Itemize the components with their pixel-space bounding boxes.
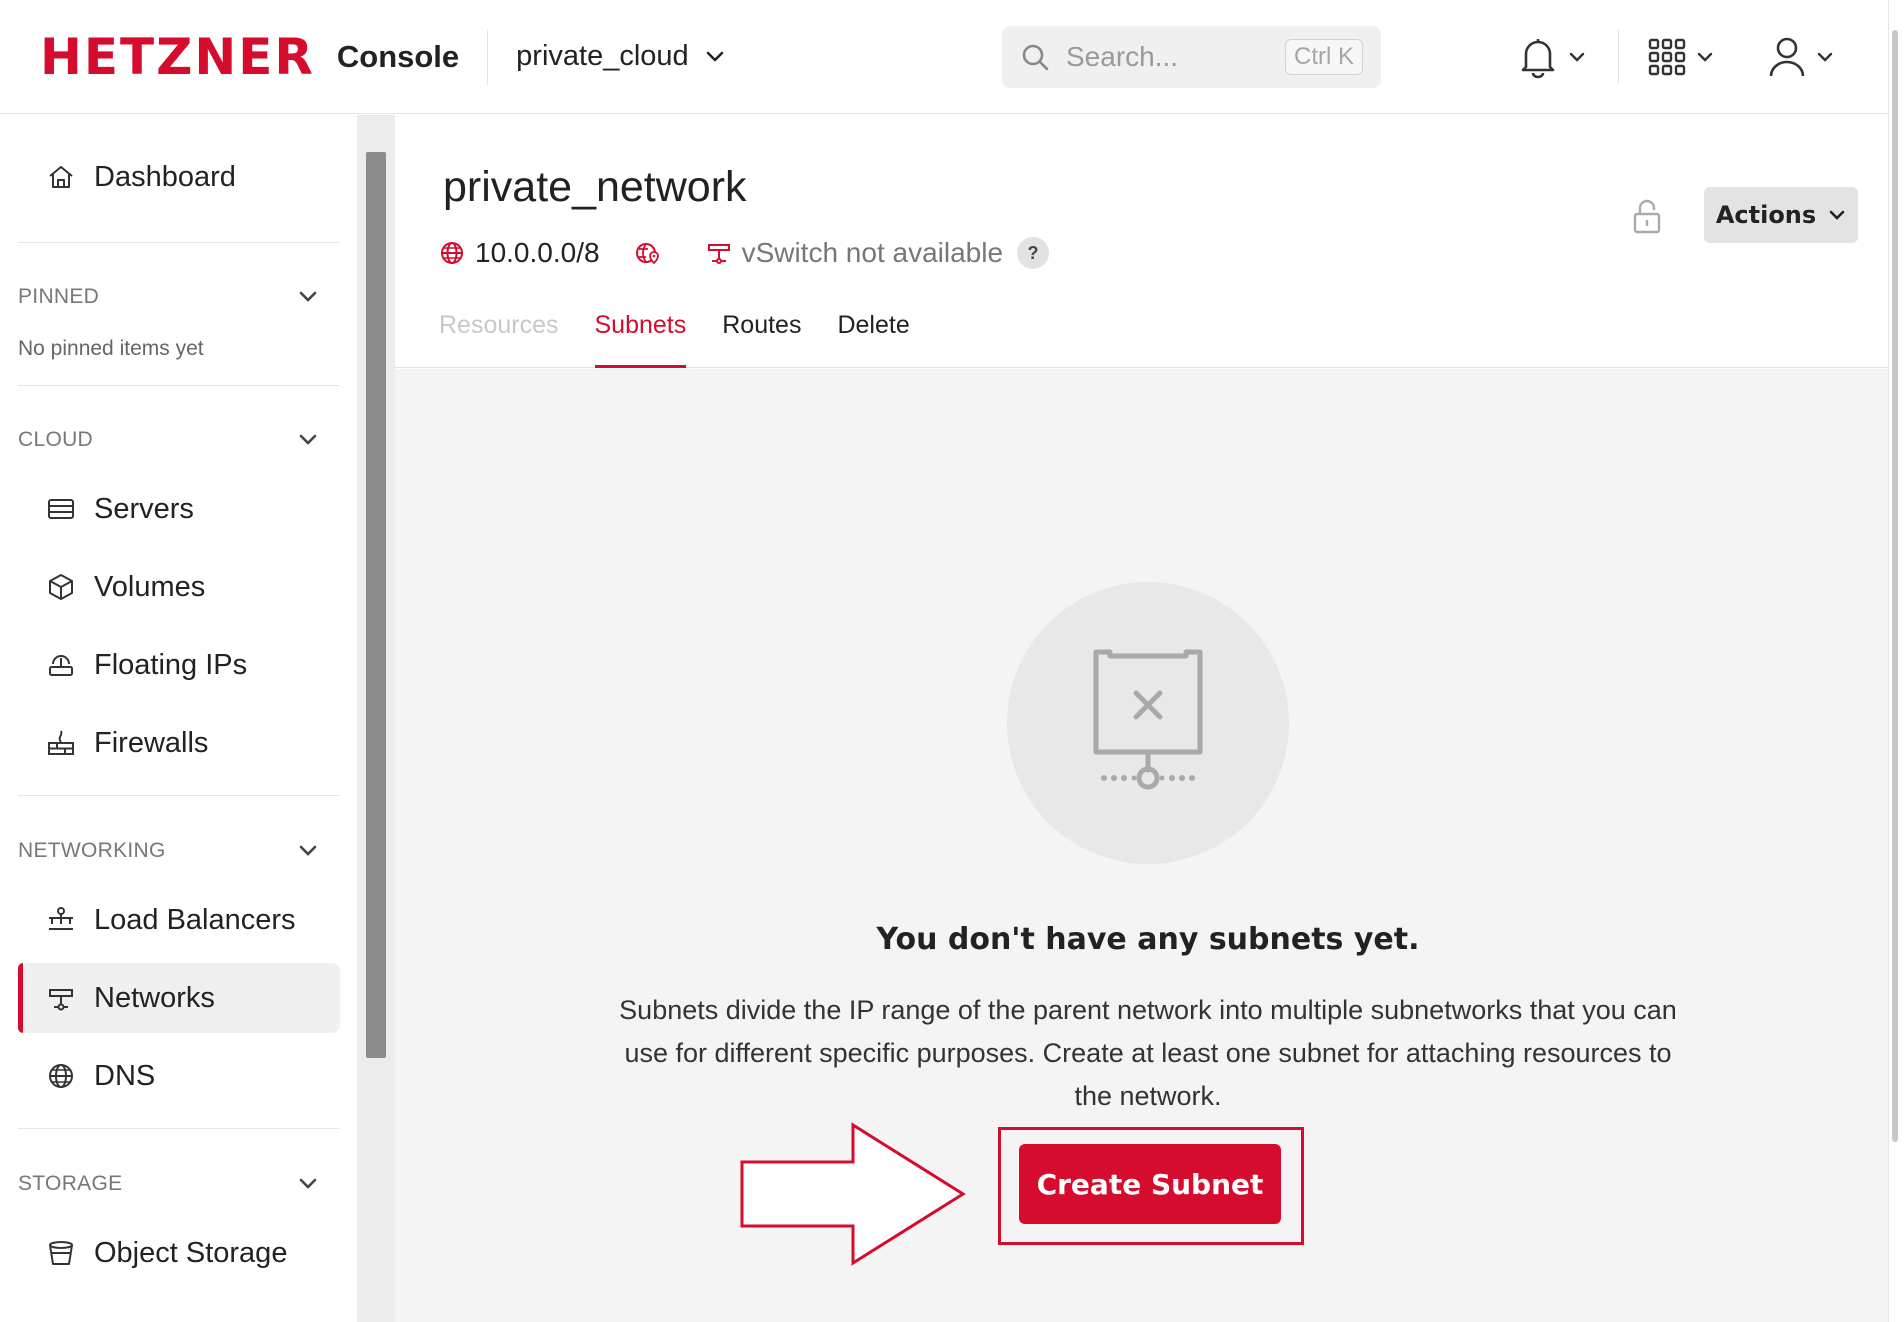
sidebar-item-label: Networks [94, 981, 215, 1014]
sidebar-item-label: Object Storage [94, 1236, 288, 1269]
chevron-down-icon [1817, 52, 1833, 62]
search-icon [1022, 44, 1049, 71]
project-switcher[interactable]: private_cloud [516, 40, 725, 73]
section-heading: STORAGE [18, 1172, 123, 1195]
tab-delete[interactable]: Delete [837, 311, 909, 368]
sidebar-item-dashboard[interactable]: Dashboard [18, 142, 340, 212]
sidebar-item-load-balancers[interactable]: Load Balancers [18, 885, 340, 955]
search-box[interactable]: Ctrl K [1002, 26, 1381, 88]
load-balancer-icon [49, 907, 73, 930]
sidebar-item-label: DNS [94, 1059, 156, 1092]
sidebar-item-label: Volumes [94, 570, 206, 603]
firewall-icon [48, 730, 74, 755]
sidebar-divider [18, 795, 340, 796]
sidebar-item-firewalls[interactable]: Firewalls [18, 708, 340, 778]
sidebar-scrollbar-thumb[interactable] [366, 152, 386, 1058]
bucket-icon [49, 1241, 73, 1265]
hetzner-logo[interactable]: HETZNER [40, 28, 315, 86]
globe-icon [441, 242, 463, 264]
pinned-empty-text: No pinned items yet [18, 337, 204, 360]
chevron-down-icon [299, 291, 317, 302]
network-header: private_network 10.0.0.0/8 vSwitch not a… [395, 115, 1888, 368]
tab-subnets[interactable]: Subnets [594, 311, 686, 368]
notifications-button[interactable] [1518, 30, 1586, 84]
header-divider [487, 28, 489, 85]
app-grid-icon [1648, 38, 1686, 76]
chevron-down-icon [1829, 210, 1845, 220]
chevron-down-icon [299, 1178, 317, 1189]
sidebar-item-dns[interactable]: DNS [18, 1041, 340, 1111]
sidebar-item-object-storage[interactable]: Object Storage [18, 1218, 340, 1288]
sidebar-divider [18, 1128, 340, 1129]
ip-range-value: 10.0.0.0/8 [475, 237, 600, 268]
section-heading: PINNED [18, 285, 100, 308]
globe-icon [49, 1064, 73, 1088]
sidebar-item-label: Servers [94, 492, 194, 525]
sidebar-item-label: Floating IPs [94, 648, 248, 681]
bell-icon [1521, 39, 1555, 79]
no-subnet-icon [1093, 649, 1203, 790]
sidebar: Dashboard PINNED No pinned items yet CLO… [0, 115, 357, 1322]
page-scrollbar-thumb[interactable] [1892, 30, 1898, 1142]
network-icon [49, 989, 73, 1011]
apps-button[interactable] [1648, 30, 1714, 84]
subnets-panel: You don't have any subnets yet. Subnets … [395, 369, 1888, 1322]
sidebar-item-label: Firewalls [94, 726, 209, 759]
vswitch-status: vSwitch not available ? [706, 237, 1050, 269]
section-heading: CLOUD [18, 428, 94, 451]
location-globe-icon[interactable] [634, 239, 662, 267]
tab-bar: Resources Subnets Routes Delete [439, 311, 946, 368]
sidebar-item-servers[interactable]: Servers [18, 474, 340, 544]
server-icon [48, 499, 74, 519]
section-networking-toggle[interactable]: NETWORKING [18, 839, 318, 863]
arrow-right-icon [740, 1122, 966, 1266]
empty-state-illustration [1007, 582, 1289, 864]
actions-label: Actions [1715, 201, 1817, 229]
tab-routes[interactable]: Routes [722, 311, 801, 368]
section-storage-toggle[interactable]: STORAGE [18, 1172, 318, 1196]
chevron-down-icon [1697, 52, 1713, 62]
help-badge[interactable]: ? [1017, 237, 1050, 269]
home-icon [49, 166, 73, 188]
network-meta: 10.0.0.0/8 vSwitch not available ? [439, 237, 1050, 269]
actions-button[interactable]: Actions [1704, 187, 1858, 243]
section-pinned-toggle[interactable]: PINNED [18, 285, 318, 309]
user-menu-button[interactable] [1768, 30, 1834, 84]
vswitch-text: vSwitch not available [741, 237, 1004, 268]
header-divider [1618, 30, 1619, 84]
chevron-down-icon [299, 845, 317, 856]
section-heading: NETWORKING [18, 839, 166, 862]
console-label: Console [336, 38, 460, 74]
tab-resources[interactable]: Resources [439, 311, 559, 368]
sidebar-divider [18, 242, 340, 243]
user-icon [1769, 37, 1805, 77]
search-shortcut: Ctrl K [1285, 39, 1363, 75]
search-input[interactable] [1066, 41, 1276, 73]
chevron-down-icon [706, 51, 723, 61]
empty-state-title: You don't have any subnets yet. [876, 922, 1420, 957]
sidebar-item-floating-ips[interactable]: Floating IPs [18, 630, 340, 700]
chevron-down-icon [1569, 52, 1585, 62]
sidebar-item-networks[interactable]: Networks [18, 963, 340, 1033]
sidebar-divider [18, 385, 340, 386]
section-cloud-toggle[interactable]: CLOUD [18, 428, 318, 452]
sidebar-item-volumes[interactable]: Volumes [18, 552, 340, 622]
sidebar-item-label: Dashboard [94, 160, 236, 193]
empty-state-description: Subnets divide the IP range of the paren… [619, 995, 1677, 1111]
ip-range: 10.0.0.0/8 [439, 237, 600, 269]
cube-icon [49, 574, 73, 600]
lock-icon[interactable] [1632, 197, 1662, 235]
create-subnet-button[interactable]: Create Subnet [1019, 1144, 1281, 1224]
project-name: private_cloud [516, 40, 689, 72]
sidebar-item-label: Load Balancers [94, 903, 296, 936]
page-title: private_network [443, 163, 747, 211]
chevron-down-icon [299, 434, 317, 445]
network-icon [707, 244, 730, 264]
floating-ip-icon [49, 655, 73, 676]
